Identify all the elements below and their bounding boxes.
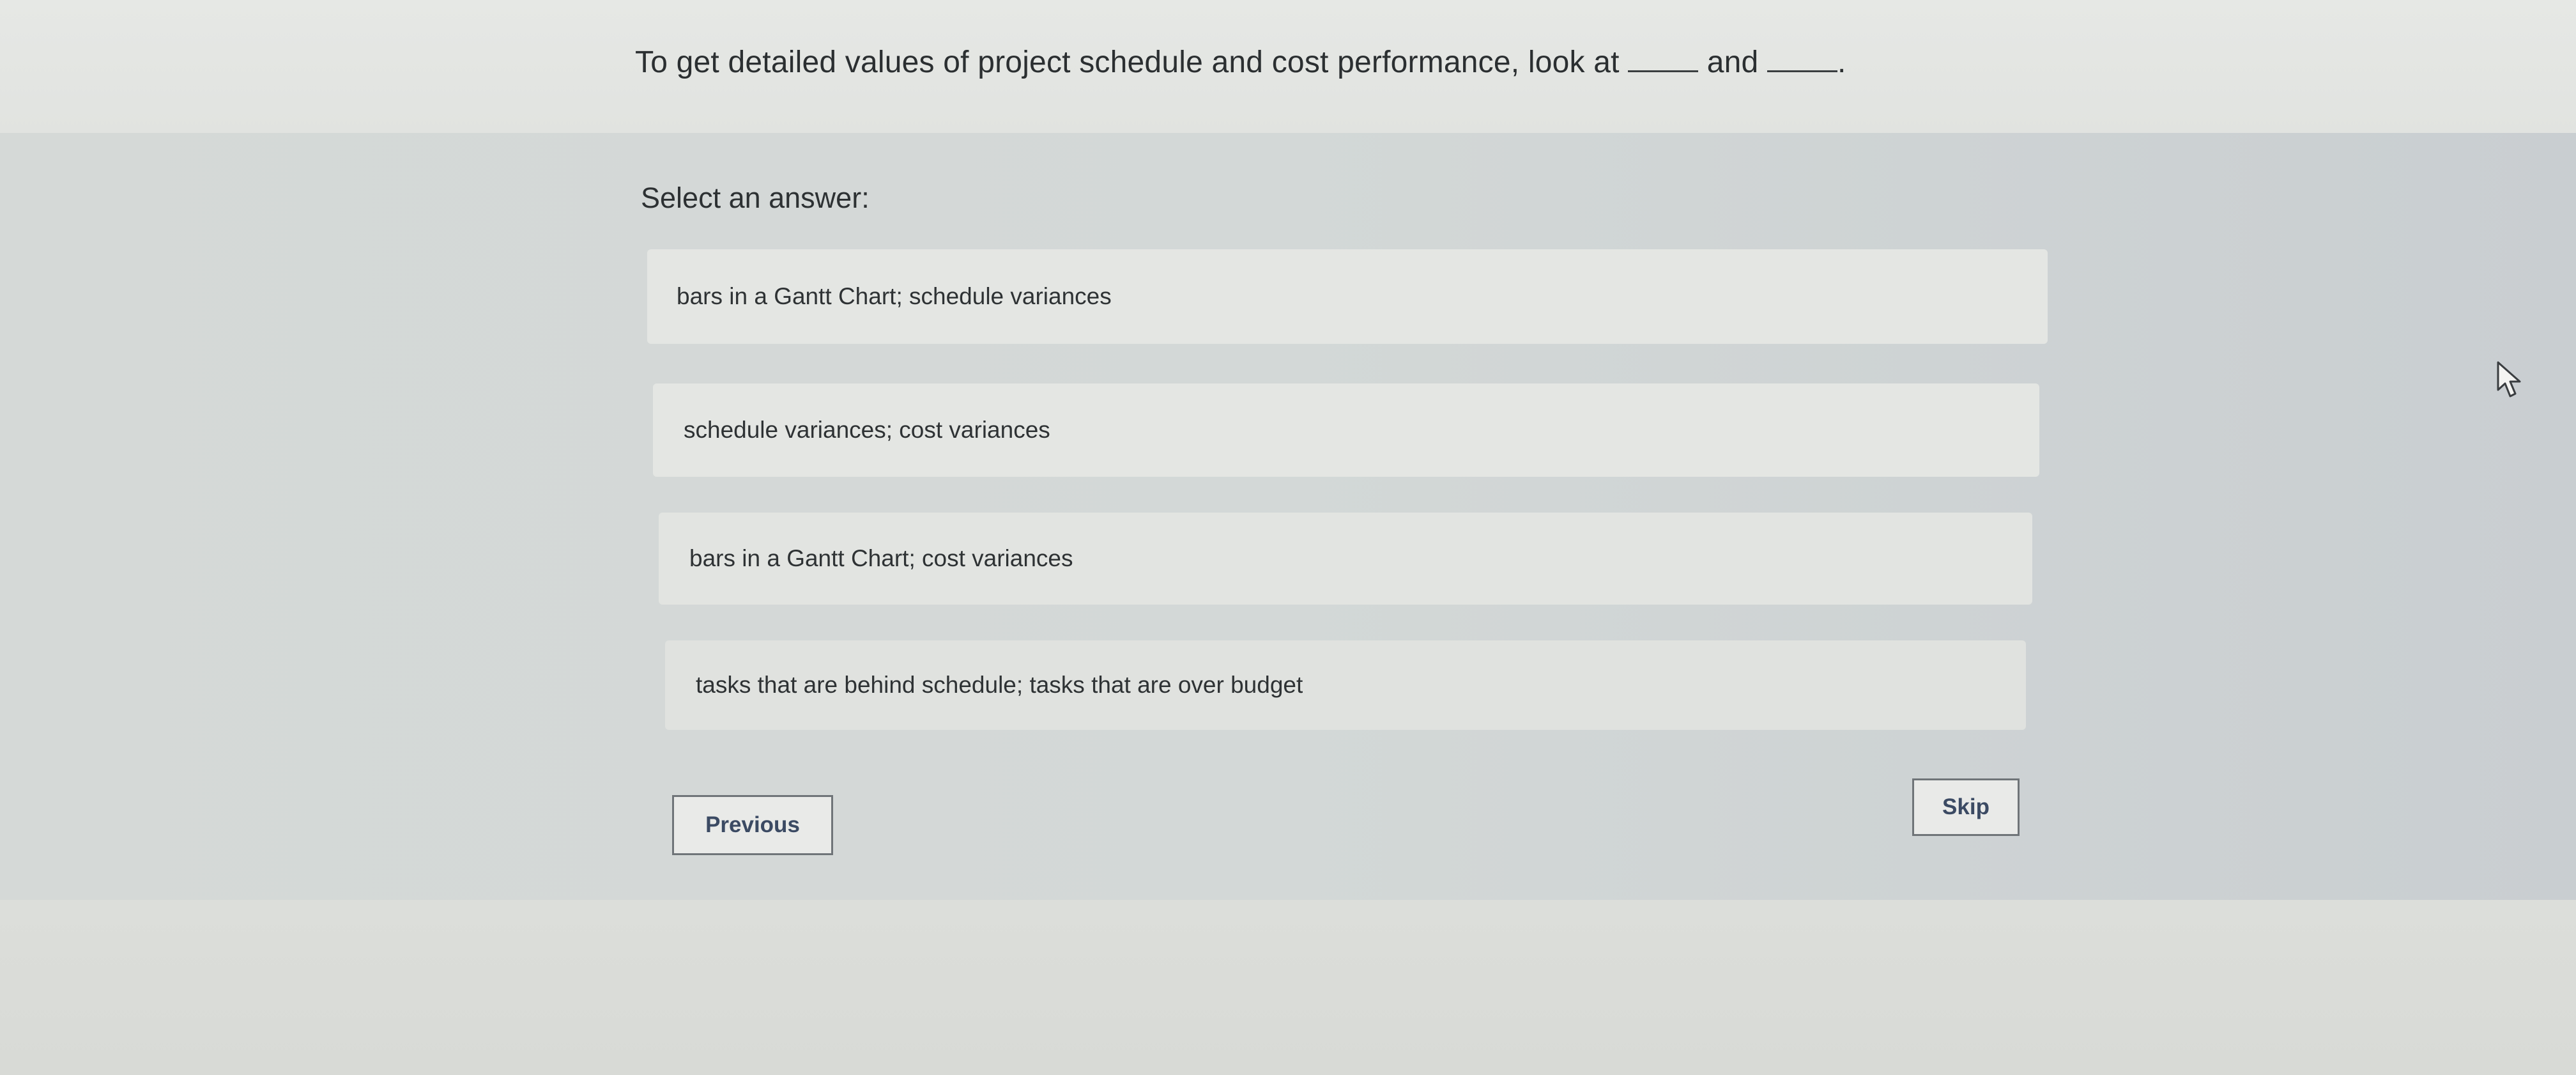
skip-button[interactable]: Skip [1912, 778, 2020, 836]
question-text-and: and [1706, 45, 1759, 79]
blank-2 [1767, 47, 1837, 72]
answer-option-label: bars in a Gantt Chart; cost variances [689, 545, 1073, 571]
question-text-part1: To get detailed values of project schedu… [635, 45, 1620, 79]
answer-option-label: schedule variances; cost variances [684, 417, 1050, 443]
question-text: To get detailed values of project schedu… [635, 45, 1846, 80]
answer-option-2[interactable]: schedule variances; cost variances [653, 383, 2039, 477]
answer-option-label: tasks that are behind schedule; tasks th… [696, 672, 1303, 698]
answer-option-label: bars in a Gantt Chart; schedule variance… [677, 283, 1112, 309]
blank-1 [1628, 47, 1699, 72]
page-footer-area [0, 900, 2576, 1075]
select-answer-label: Select an answer: [641, 182, 870, 214]
previous-button[interactable]: Previous [672, 795, 833, 855]
mouse-pointer-icon [2496, 360, 2524, 399]
answer-option-4[interactable]: tasks that are behind schedule; tasks th… [665, 640, 2026, 730]
question-text-end: . [1837, 45, 1846, 79]
answer-option-3[interactable]: bars in a Gantt Chart; cost variances [659, 513, 2032, 605]
answer-option-1[interactable]: bars in a Gantt Chart; schedule variance… [647, 249, 2048, 344]
